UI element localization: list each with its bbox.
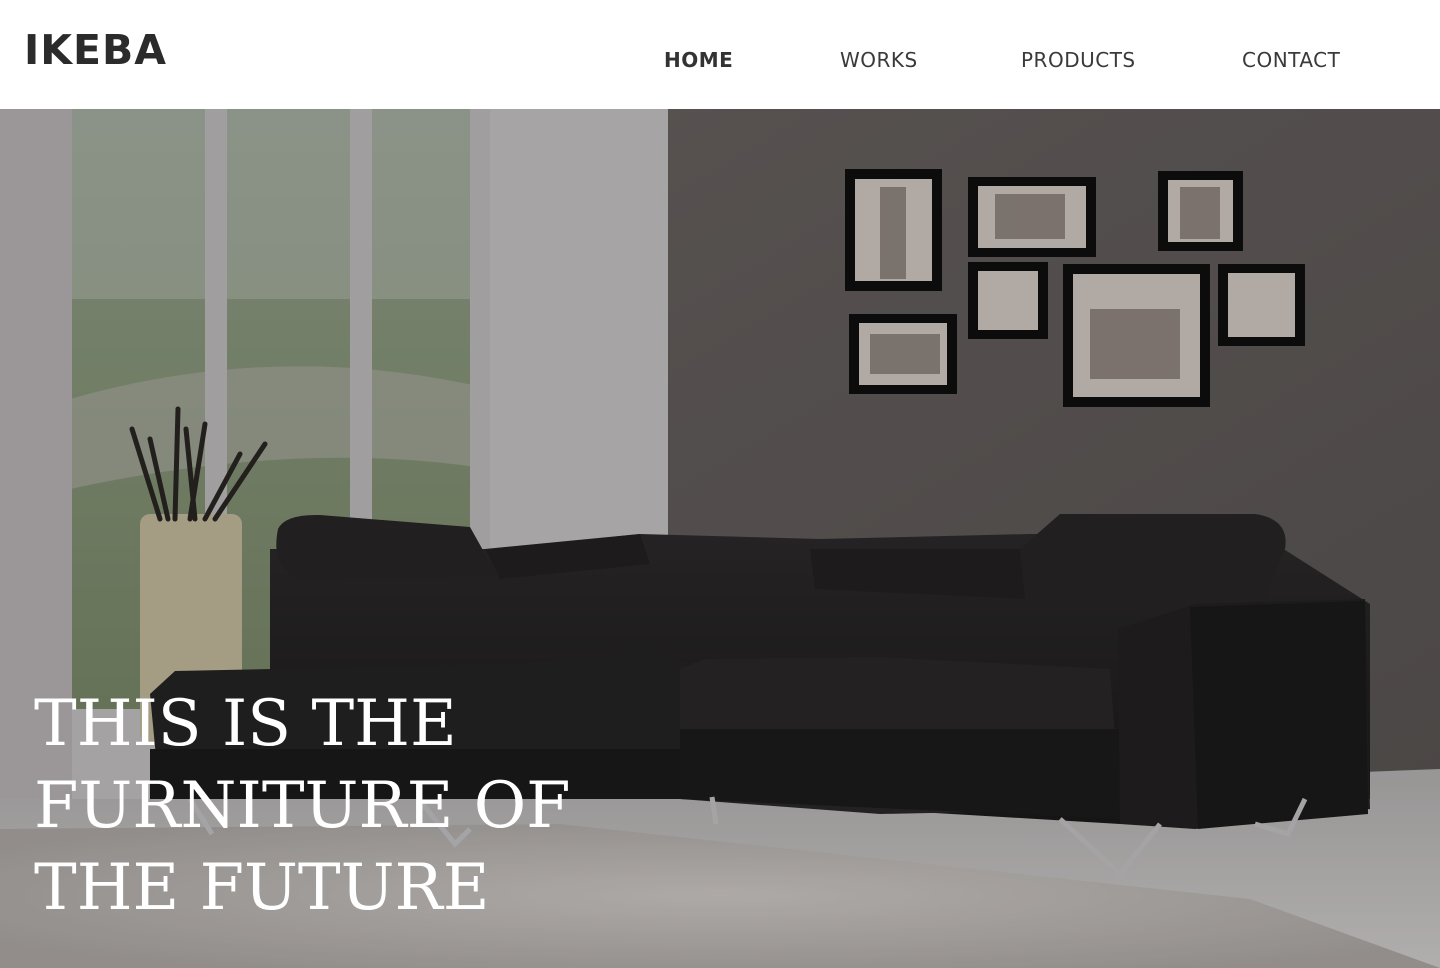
hero-title-line: FURNITURE OF	[34, 769, 571, 843]
hero-section: THIS IS THE FURNITURE OF THE FUTURE	[0, 109, 1440, 968]
hero-title: THIS IS THE FURNITURE OF THE FUTURE	[34, 683, 654, 929]
nav-products-link[interactable]: PRODUCTS	[1021, 48, 1136, 72]
hero-title-line: THE FUTURE	[34, 851, 490, 925]
hero-title-line: THIS IS THE	[34, 687, 457, 761]
nav-contact-link[interactable]: CONTACT	[1242, 48, 1340, 72]
main-nav: HOME WORKS PRODUCTS CONTACT	[0, 48, 1440, 74]
nav-home-link[interactable]: HOME	[664, 48, 733, 72]
nav-works-link[interactable]: WORKS	[840, 48, 918, 72]
site-header: IKEBA HOME WORKS PRODUCTS CONTACT	[0, 0, 1440, 109]
